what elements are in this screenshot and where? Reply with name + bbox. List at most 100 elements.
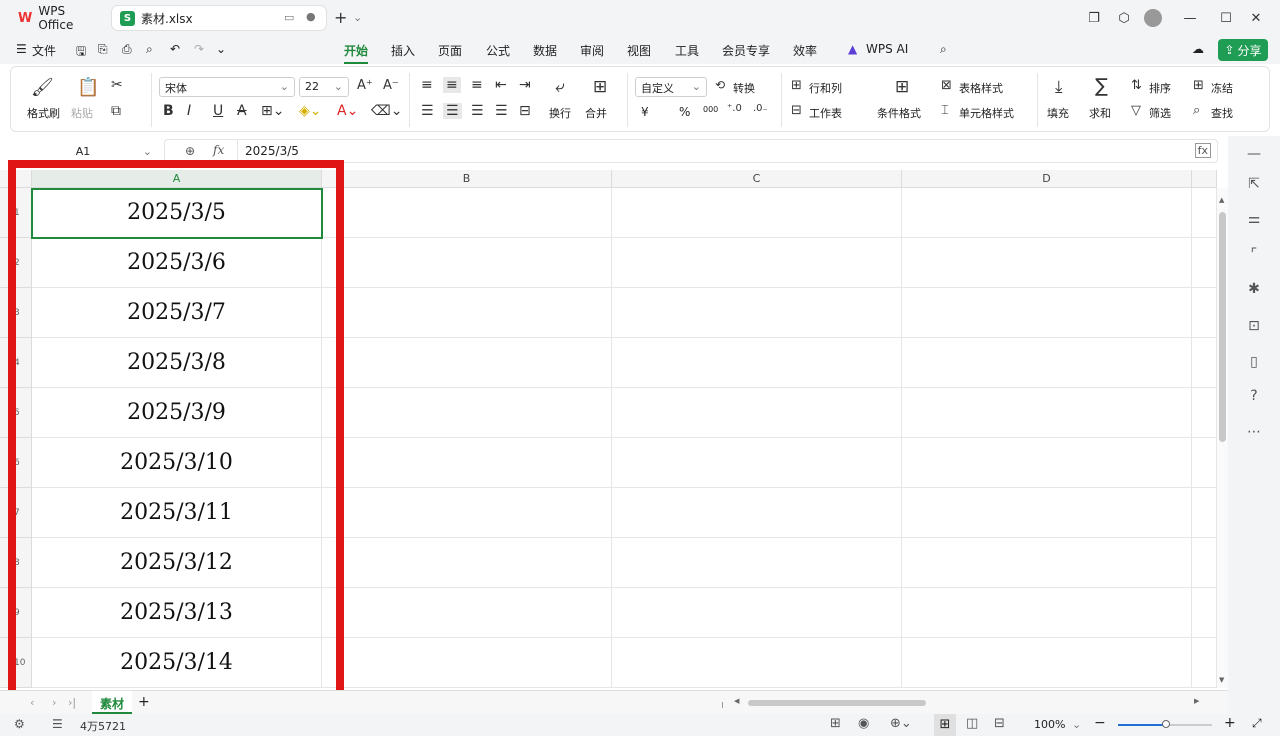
freeze-button[interactable]: 冻结 [1211, 80, 1233, 96]
empty-cell[interactable] [612, 388, 902, 438]
scroll-down-icon[interactable]: ▼ [1219, 676, 1224, 684]
align-left-icon[interactable]: ☰ [421, 103, 434, 119]
undo-icon[interactable]: ↶ [170, 42, 180, 56]
underline-icon[interactable]: U [213, 103, 223, 119]
empty-cell[interactable] [902, 438, 1192, 488]
distributed-icon[interactable]: ⊟ [519, 103, 531, 119]
bold-icon[interactable]: B [163, 103, 174, 119]
format-painter-button[interactable]: 格式刷 [27, 105, 60, 121]
fx-icon[interactable]: fx [213, 143, 224, 157]
decrease-font-icon[interactable]: A⁻ [383, 78, 399, 93]
chevron-down-icon[interactable]: ⌄ [353, 11, 362, 24]
normal-view-icon[interactable]: ⊞ [934, 714, 956, 736]
page-break-icon[interactable]: ⊟ [994, 716, 1005, 731]
image-icon[interactable]: ⊡ [1244, 318, 1264, 334]
empty-cell[interactable] [322, 638, 612, 688]
fill-color-icon[interactable]: ◈⌄ [299, 103, 322, 119]
cell-style-icon[interactable]: ⌶ [941, 103, 949, 118]
empty-cell[interactable] [322, 538, 612, 588]
tab-wps-office[interactable]: W WPS Office [10, 4, 108, 32]
sheet-nav-next-icon[interactable]: › [52, 696, 56, 709]
align-center-icon[interactable]: ☰ [443, 103, 462, 119]
search-icon[interactable]: ⌕ [940, 42, 947, 57]
filter-button[interactable]: 筛选 [1149, 105, 1171, 121]
merge-icon[interactable]: ⊞ [593, 77, 607, 97]
paste-icon[interactable]: 📋 [77, 77, 99, 98]
decrease-decimal-icon[interactable]: .0₋ [753, 103, 768, 114]
scroll-left-icon[interactable]: ◀ [734, 697, 739, 705]
empty-cell[interactable] [322, 338, 612, 388]
empty-cell[interactable] [902, 388, 1192, 438]
cell-style-button[interactable]: 单元格样式 [959, 105, 1014, 121]
tab-home[interactable]: 开始 [344, 42, 369, 64]
tab-page[interactable]: 页面 [438, 42, 462, 59]
table-style-button[interactable]: 表格样式 [959, 80, 1003, 96]
fullscreen-icon[interactable]: ⤢ [1252, 716, 1262, 731]
sheet-tab-sucai[interactable]: 素材 [92, 691, 133, 714]
empty-cell[interactable] [612, 638, 902, 688]
table-view-icon[interactable]: ⊞ [830, 716, 841, 731]
cube-icon[interactable]: ⬡ [1114, 8, 1134, 28]
empty-cell[interactable] [902, 488, 1192, 538]
justify-icon[interactable]: ☰ [495, 103, 508, 119]
tab-tools[interactable]: 工具 [675, 42, 699, 59]
scroll-right-icon[interactable]: ▶ [1194, 697, 1199, 705]
zoom-out-icon[interactable]: − [1094, 715, 1106, 731]
format-painter-icon[interactable]: 🖌 [31, 77, 54, 98]
function-wizard-icon[interactable]: fx [1194, 143, 1211, 158]
empty-cell[interactable] [322, 388, 612, 438]
empty-cell[interactable] [612, 288, 902, 338]
zoom-in-icon[interactable]: + [1224, 715, 1236, 731]
percent-button[interactable]: % [679, 105, 690, 119]
empty-cell[interactable] [612, 238, 902, 288]
empty-cell[interactable] [322, 188, 612, 238]
sheet-nav-last-icon[interactable]: ›| [68, 696, 76, 709]
fill-icon[interactable]: ⤓ [1055, 77, 1063, 97]
redo-icon[interactable]: ↷ [194, 42, 204, 56]
settings-sliders-icon[interactable]: ⚌ [1244, 211, 1264, 227]
copy-icon[interactable]: ⧉ [111, 103, 121, 119]
zoom-level[interactable]: 100% [1034, 718, 1065, 731]
table-style-icon[interactable]: ⊠ [941, 78, 952, 93]
thousands-button[interactable]: 000 [703, 105, 718, 114]
close-icon[interactable]: ✕ [1246, 8, 1266, 28]
eye-protect-icon[interactable]: ◉ [858, 716, 869, 731]
avatar[interactable] [1144, 9, 1162, 27]
empty-cell[interactable] [1192, 188, 1217, 238]
empty-cell[interactable] [322, 588, 612, 638]
fill-button[interactable]: 填充 [1047, 105, 1069, 121]
strikethrough-icon[interactable]: A [237, 103, 247, 119]
empty-cell[interactable] [612, 438, 902, 488]
empty-cell[interactable] [612, 538, 902, 588]
column-header-c[interactable]: C [612, 170, 902, 188]
cut-icon[interactable]: ✂ [111, 77, 123, 93]
empty-cell[interactable] [612, 188, 902, 238]
merge-button[interactable]: 合并 [585, 105, 607, 121]
tab-efficiency[interactable]: 效率 [793, 42, 817, 59]
increase-font-icon[interactable]: A⁺ [357, 78, 373, 93]
page-layout-icon[interactable]: ◫ [966, 716, 978, 731]
empty-cell[interactable] [322, 438, 612, 488]
clear-format-icon[interactable]: ⌫⌄ [371, 103, 403, 119]
empty-cell[interactable] [612, 488, 902, 538]
empty-cell[interactable] [322, 488, 612, 538]
menu-file[interactable]: 文件 [32, 42, 56, 59]
collapse-icon[interactable]: — [1244, 146, 1264, 162]
column-header-b[interactable]: B [322, 170, 612, 188]
share-button[interactable]: ⇪ 分享 [1218, 39, 1268, 61]
empty-cell[interactable] [1192, 238, 1217, 288]
name-box[interactable]: A1 ⌄ [10, 142, 156, 162]
new-tab-icon[interactable]: + [334, 8, 347, 27]
font-name-select[interactable]: 宋体 ⌄ [159, 77, 295, 97]
align-middle-icon[interactable]: ≡ [443, 77, 461, 93]
print-icon[interactable]: ⎙ [122, 42, 132, 57]
sheet-nav-prev-icon[interactable]: ‹ [30, 696, 34, 709]
empty-cell[interactable] [322, 288, 612, 338]
zoom-slider-handle[interactable] [1162, 720, 1170, 728]
empty-cell[interactable] [1192, 538, 1217, 588]
cloud-upload-icon[interactable]: ☁ [1192, 42, 1204, 56]
paste-button[interactable]: 粘贴 [71, 105, 93, 121]
zoom-slider[interactable] [1118, 720, 1212, 728]
find-button[interactable]: 查找 [1211, 105, 1233, 121]
save-icon[interactable]: 🖫 [76, 42, 86, 63]
